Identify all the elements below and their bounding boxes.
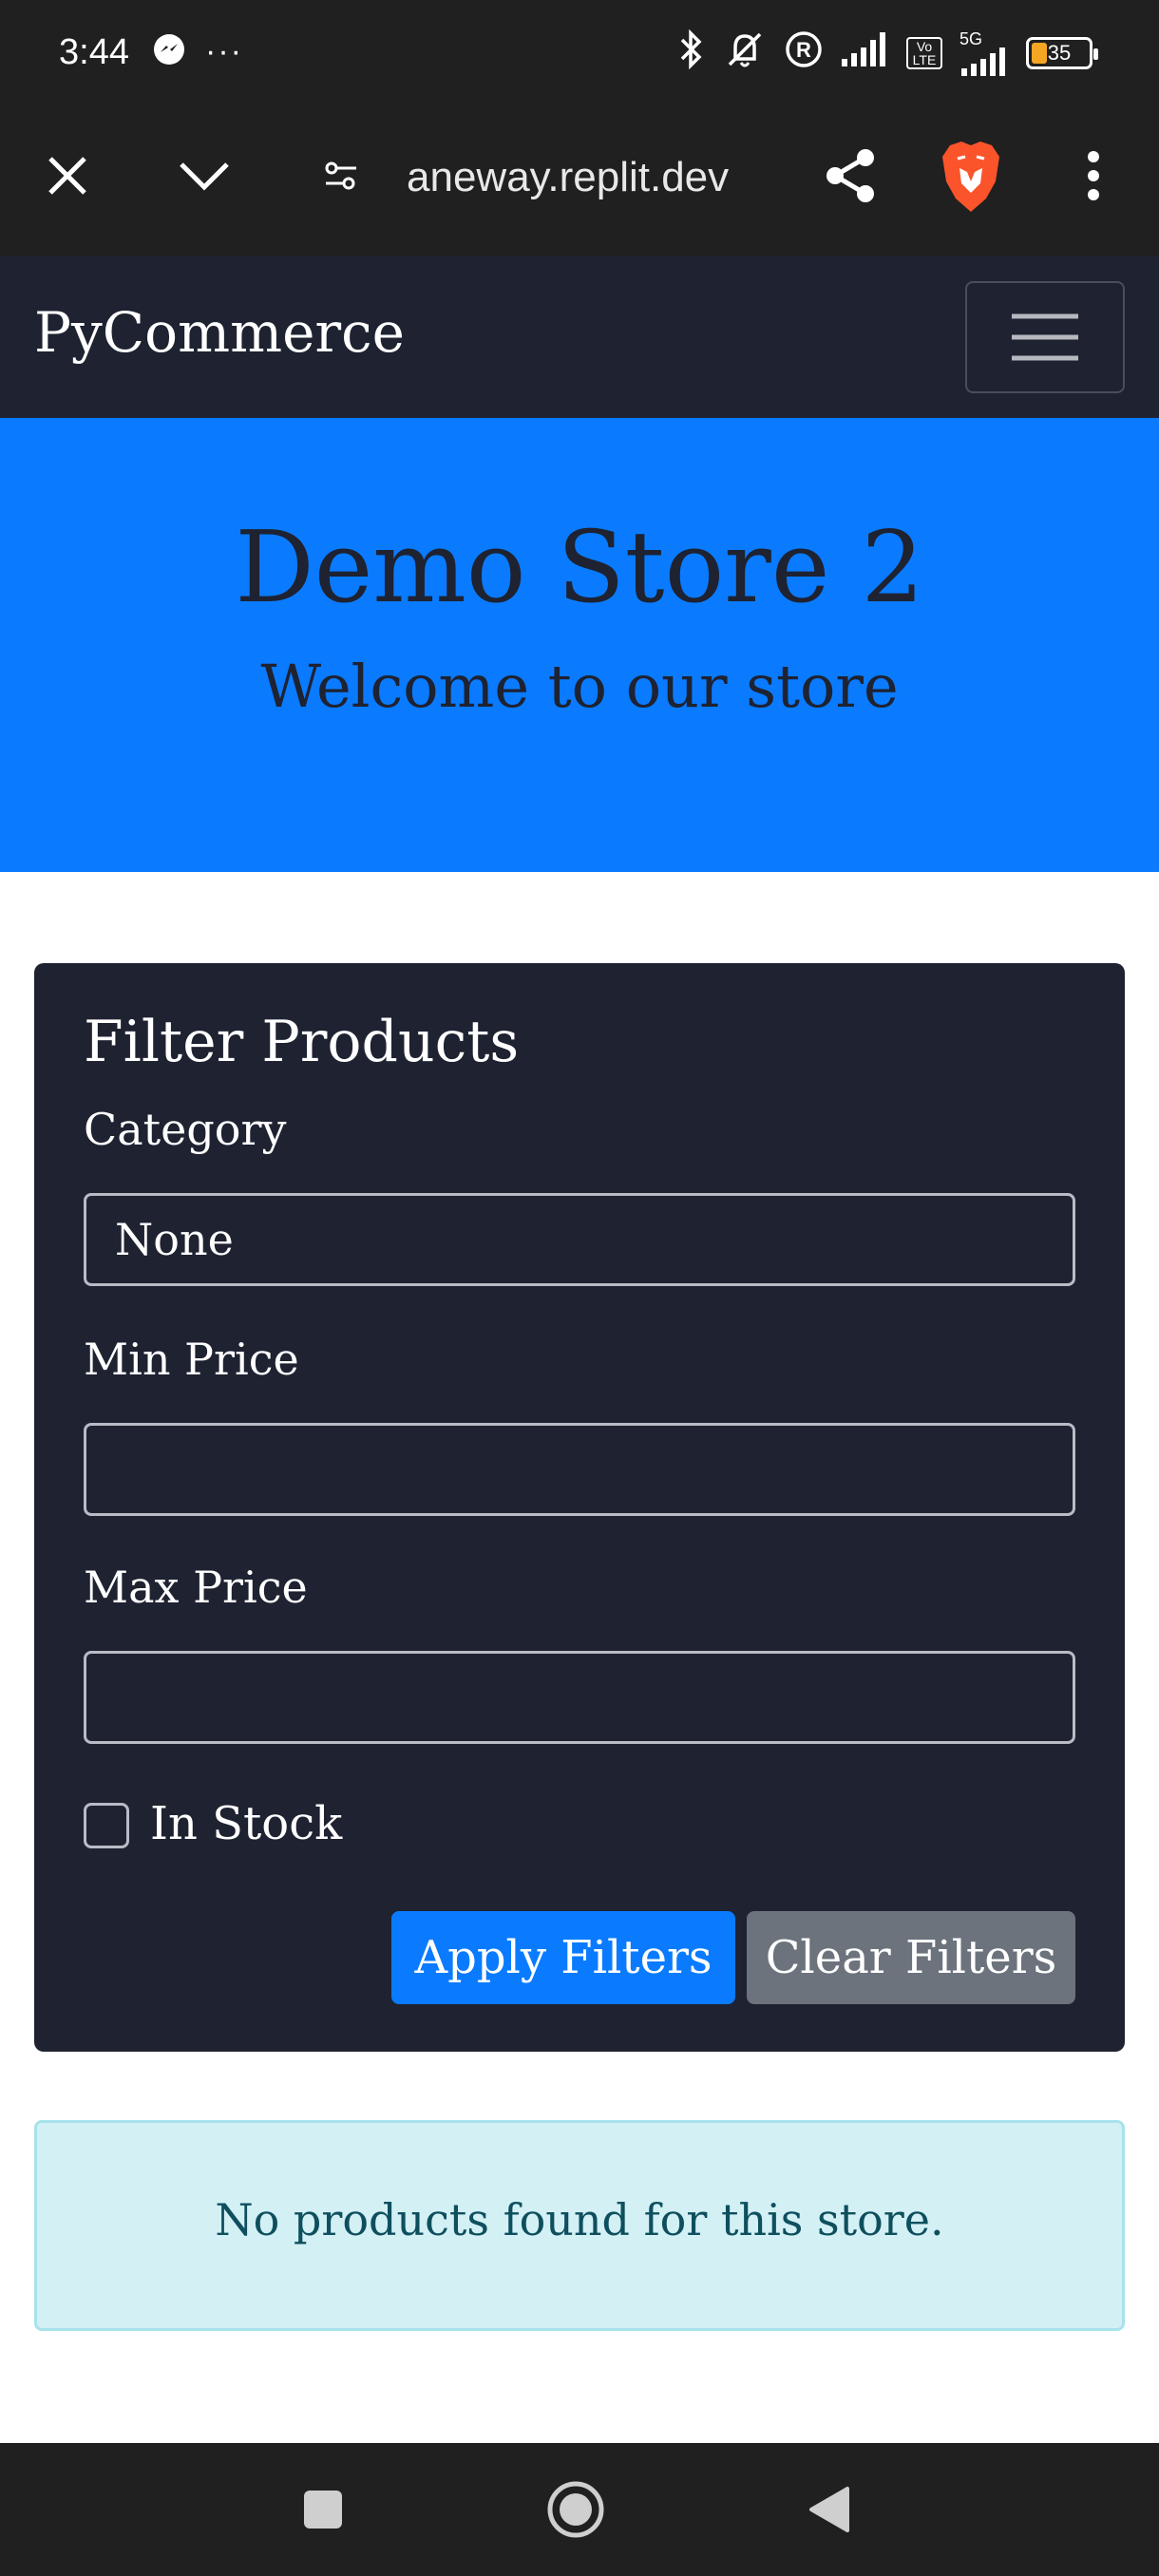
registered-icon: R (785, 30, 823, 76)
max-price-input[interactable] (84, 1651, 1075, 1744)
status-bar: 3:44 ··· R Vo LTE 5G 35 (0, 0, 1159, 106)
category-label: Category (84, 1104, 287, 1155)
close-tab-button[interactable] (34, 142, 101, 209)
svg-text:R: R (796, 38, 811, 62)
browser-toolbar: aneway.replit.dev (0, 106, 1159, 256)
store-hero: Demo Store 2 Welcome to our store (0, 418, 1159, 872)
store-title: Demo Store 2 (235, 509, 924, 625)
tab-menu-button[interactable] (171, 142, 238, 209)
category-selected-value: None (115, 1214, 234, 1265)
battery-level: 35 (1047, 41, 1072, 65)
navbar-toggler-button[interactable] (965, 281, 1125, 393)
volte-icon: Vo LTE (906, 37, 942, 69)
share-icon (826, 149, 874, 202)
network-5g-signal-icon: 5G (960, 30, 1009, 76)
in-stock-checkbox[interactable] (84, 1803, 129, 1848)
share-button[interactable] (817, 142, 884, 209)
site-settings-button[interactable] (308, 142, 374, 209)
clear-filters-button[interactable]: Clear Filters (747, 1911, 1075, 2004)
back-button[interactable] (794, 2475, 863, 2544)
min-price-input[interactable] (84, 1423, 1075, 1516)
system-navigation-bar (0, 2443, 1159, 2576)
back-triangle-icon (809, 2487, 849, 2532)
brand-link[interactable]: PyCommerce (34, 300, 405, 365)
tune-icon (325, 161, 356, 190)
brave-shields-button[interactable] (937, 139, 1005, 215)
apply-filters-button[interactable]: Apply Filters (391, 1911, 735, 2004)
messenger-icon (152, 32, 186, 71)
bluetooth-icon (678, 28, 705, 78)
filter-products-card: Filter Products Category None Min Price … (34, 963, 1125, 2052)
recent-apps-button[interactable] (289, 2475, 357, 2544)
min-price-label: Min Price (84, 1334, 299, 1385)
signal-icon (840, 30, 889, 76)
brave-lion-icon (942, 142, 999, 212)
no-products-alert: No products found for this store. (34, 2120, 1125, 2331)
category-select[interactable]: None (84, 1193, 1075, 1286)
browser-menu-button[interactable] (1060, 142, 1127, 209)
in-stock-label[interactable]: In Stock (150, 1797, 342, 1850)
more-vertical-icon (1088, 151, 1099, 200)
alert-message: No products found for this store. (215, 2194, 944, 2245)
status-time: 3:44 (59, 32, 129, 72)
chevron-down-icon (180, 162, 229, 191)
address-bar-url[interactable]: aneway.replit.dev (407, 154, 729, 201)
more-notifications-icon: ··· (205, 33, 243, 69)
max-price-label: Max Price (84, 1562, 308, 1613)
home-circle-icon (547, 2481, 604, 2538)
battery-icon: 35 (1026, 37, 1098, 69)
mute-bell-icon (722, 28, 768, 78)
store-subtitle: Welcome to our store (260, 652, 899, 721)
hamburger-icon (1012, 313, 1078, 361)
filter-card-title: Filter Products (84, 1009, 520, 1075)
site-navbar: PyCommerce (0, 256, 1159, 418)
close-icon (48, 157, 86, 195)
square-icon (304, 2491, 342, 2529)
home-button[interactable] (542, 2475, 610, 2544)
